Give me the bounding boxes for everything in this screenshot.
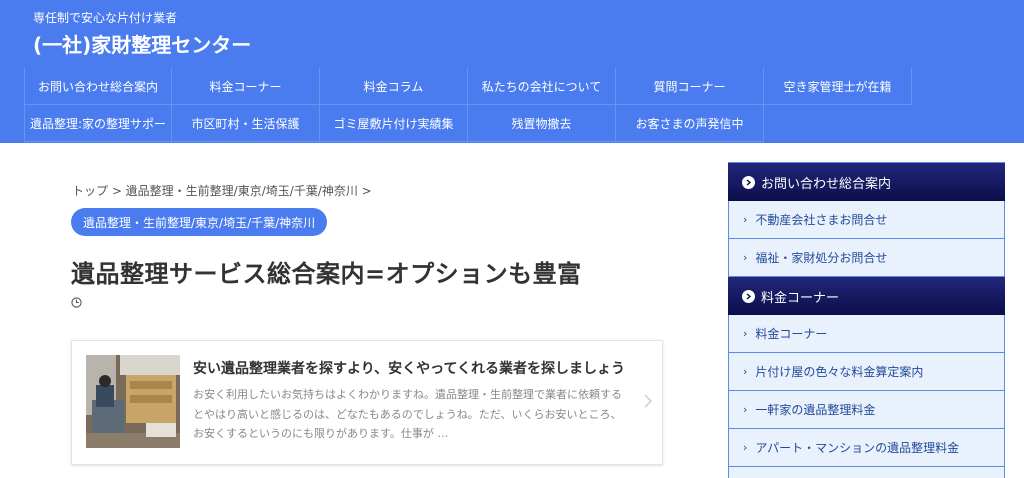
nav-item-about-company[interactable]: 私たちの会社について (468, 68, 616, 105)
chevron-right-icon: › (743, 441, 748, 454)
chevron-right-icon: › (743, 403, 748, 416)
sidebar-link-label: アパート・マンションの遺品整理料金 (755, 441, 960, 455)
breadcrumb[interactable]: トップ > 遺品整理・生前整理/東京/埼玉/千葉/神奈川 > (72, 182, 372, 199)
sidebar-link-price-calculation[interactable]: › 片付け屋の色々な料金算定案内 (729, 353, 1004, 391)
chevron-right-icon: › (743, 213, 748, 226)
article-excerpt: お安く利用したいお気持ちはよくわかりますね。遺品整理・生前整理で業者に依頼する … (193, 385, 633, 444)
excerpt-line: とやはり高いと感じるのは、どなたもあるのでしょうね。ただ、いくらお安いところ、 (193, 407, 622, 421)
sidebar-link-house-pricing[interactable]: › 一軒家の遺品整理料金 (729, 391, 1004, 429)
nav-item-customer-voices[interactable]: お客さまの声発信中 (616, 105, 764, 142)
nav-item-faq[interactable]: 質問コーナー (616, 68, 764, 105)
category-label[interactable]: 遺品整理・生前整理/東京/埼玉/千葉/神奈川 (71, 208, 328, 236)
sidebar-link-welfare-inquiry[interactable]: › 福祉・家財処分お問合せ (729, 239, 1004, 277)
site-title[interactable]: (一社)家財整理センター (33, 29, 251, 58)
sidebar-link-label: 料金コーナー (755, 327, 828, 341)
global-nav: お問い合わせ総合案内 料金コーナー 料金コラム 私たちの会社について 質問コーナ… (0, 68, 1024, 143)
nav-item-municipality-welfare[interactable]: 市区町村・生活保護 (172, 105, 320, 142)
nav-item-contact[interactable]: お問い合わせ総合案内 (24, 68, 172, 105)
nav-item-leftover-removal[interactable]: 残置物撤去 (468, 105, 616, 142)
page-title: 遺品整理サービス総合案内=オプションも豊富 (71, 260, 582, 288)
site-header: 専任制で安心な片付け業者 (一社)家財整理センター (0, 0, 1024, 68)
sidebar: お問い合わせ総合案内 › 不動産会社さまお問合せ › 福祉・家財処分お問合せ 料… (728, 162, 1005, 478)
sidebar-link-label: 片付け屋の色々な料金算定案内 (755, 365, 924, 379)
widget-title: 料金コーナー (761, 290, 840, 306)
chevron-right-icon: › (743, 251, 748, 264)
sidebar-link-pricing[interactable]: › 料金コーナー (729, 315, 1004, 353)
nav-row-2: 遺品整理:家の整理サポー 市区町村・生活保護 ゴミ屋敷片付け実績集 残置物撤去 … (24, 105, 764, 142)
excerpt-line: お安くするというのにも限りがあります。仕事が … (193, 427, 449, 440)
sidebar-link-apartment-pricing[interactable]: › アパート・マンションの遺品整理料金 (729, 429, 1004, 467)
chevron-circle-right-icon (742, 175, 755, 189)
nav-item-hoarder-house-cases[interactable]: ゴミ屋敷片付け実績集 (320, 105, 468, 142)
clock-icon (71, 297, 82, 308)
chevron-circle-right-icon (742, 289, 755, 303)
sidebar-link-realestate-inquiry[interactable]: › 不動産会社さまお問合せ (729, 201, 1004, 239)
sidebar-widget-pricing-title: 料金コーナー (728, 277, 1005, 315)
sidebar-widget-contact-title: お問い合わせ総合案内 (728, 163, 1005, 201)
nav-row-1: お問い合わせ総合案内 料金コーナー 料金コラム 私たちの会社について 質問コーナ… (24, 68, 912, 105)
article-title[interactable]: 安い遺品整理業者を探すより、安くやってくれる業者を探しましょう (193, 358, 643, 378)
excerpt-line: お安く利用したいお気持ちはよくわかりますね。遺品整理・生前整理で業者に依頼する (193, 388, 622, 401)
site-tagline: 専任制で安心な片付け業者 (33, 11, 178, 25)
article-card[interactable]: 安い遺品整理業者を探すより、安くやってくれる業者を探しましょう お安く利用したい… (71, 340, 663, 465)
sidebar-link-label: 福祉・家財処分お問合せ (755, 251, 888, 265)
chevron-right-icon: › (743, 365, 748, 378)
nav-item-pricing[interactable]: 料金コーナー (172, 68, 320, 105)
nav-item-vacant-house-manager[interactable]: 空き家管理士が在籍 (764, 68, 912, 105)
nav-item-price-column[interactable]: 料金コラム (320, 68, 468, 105)
widget-title: お問い合わせ総合案内 (761, 176, 892, 192)
article-thumbnail[interactable] (86, 355, 180, 448)
nav-item-estate-clearing[interactable]: 遺品整理:家の整理サポー (24, 105, 172, 142)
sidebar-link-label: 一軒家の遺品整理料金 (755, 403, 876, 417)
chevron-right-icon: › (743, 327, 748, 340)
chevron-right-icon (644, 394, 653, 408)
sidebar-link-label: 不動産会社さまお問合せ (755, 213, 888, 227)
